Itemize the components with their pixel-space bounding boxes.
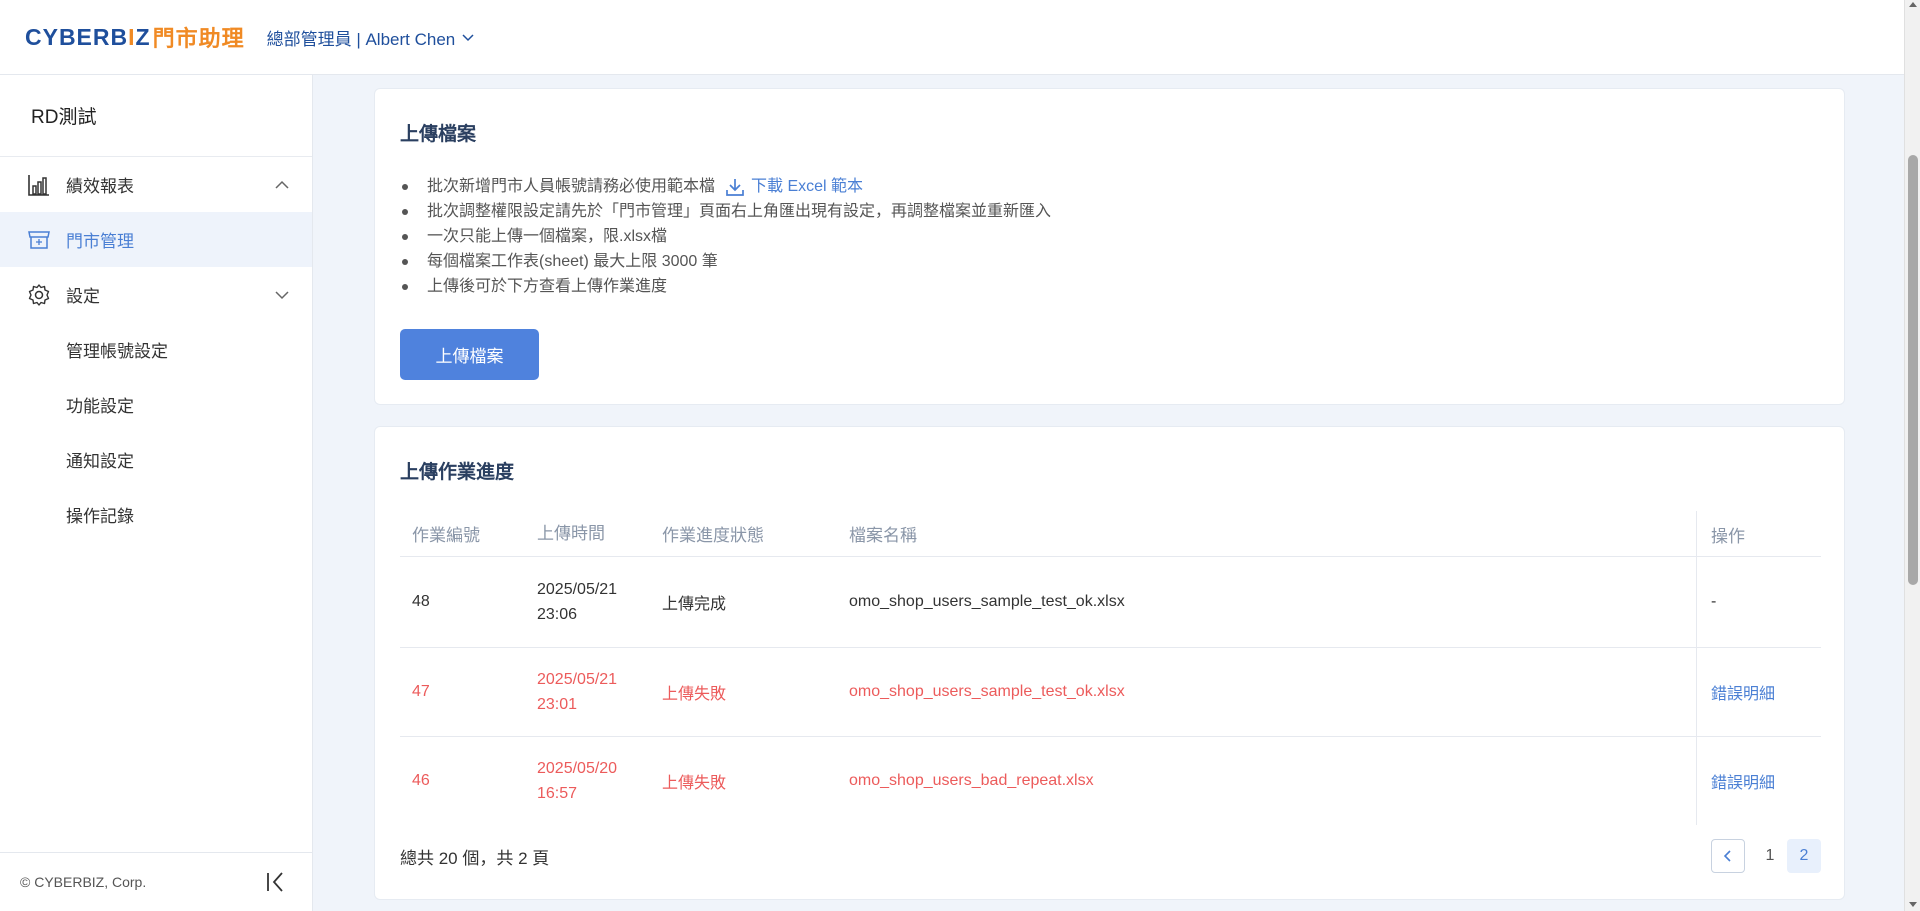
cell-upload-time: 2025/05/21 23:01 [525, 667, 650, 717]
upload-instructions: 批次新增門市人員帳號請務必使用範本檔 下載 Excel 範本 批次調整權限設定請… [400, 174, 1051, 299]
cyberbiz-logo[interactable]: CYBERB I Z 門市助理 [25, 21, 245, 53]
chevron-left-icon [1723, 850, 1731, 862]
cell-job-id: 46 [412, 772, 430, 789]
collapse-sidebar-icon[interactable] [264, 870, 288, 894]
sidebar-item-reports[interactable]: 績效報表 [0, 157, 312, 212]
table-row: 46 2025/05/20 16:57 上傳失敗 omo_shop_users_b… [400, 737, 1821, 825]
instruction-text: 上傳後可於下方查看上傳作業進度 [427, 278, 668, 295]
column-header-actions: 操作 [1696, 511, 1821, 557]
instruction-item: 上傳後可於下方查看上傳作業進度 [400, 274, 1051, 299]
upload-date: 2025/05/21 [537, 671, 618, 688]
cell-upload-time: 2025/05/21 23:06 [525, 577, 650, 627]
top-header: CYBERB I Z 門市助理 總部管理員 | Albert Chen [0, 0, 1904, 75]
chevron-down-icon [462, 34, 474, 42]
cell-file-name: omo_shop_users_bad_repeat.xlsx [849, 772, 1094, 789]
page-number-2[interactable]: 2 [1787, 839, 1821, 873]
table-row: 47 2025/05/21 23:01 上傳失敗 omo_shop_users_s… [400, 648, 1821, 737]
upload-file-button[interactable]: 上傳檔案 [400, 329, 539, 380]
upload-progress-card: 上傳作業進度 作業編號 上傳時間 作業進度狀態 檔案名稱 操作 48 2025/… [374, 426, 1845, 900]
cell-job-id: 48 [412, 593, 430, 610]
upload-date: 2025/05/20 [537, 760, 618, 777]
page-number-1[interactable]: 1 [1753, 839, 1787, 873]
bar-chart-icon [26, 172, 52, 198]
cell-job-id: 47 [412, 683, 430, 700]
table-row: 48 2025/05/21 23:06 上傳完成 omo_shop_users_s… [400, 557, 1821, 648]
error-details-link[interactable]: 錯誤明細 [1711, 680, 1775, 704]
upload-date: 2025/05/21 [537, 581, 618, 598]
scroll-up-arrow-icon[interactable] [1909, 2, 1917, 7]
instruction-item: 批次新增門市人員帳號請務必使用範本檔 下載 Excel 範本 [400, 174, 1051, 199]
sidebar-subitem-notification-settings[interactable]: 通知設定 [0, 432, 312, 487]
upload-jobs-table: 作業編號 上傳時間 作業進度狀態 檔案名稱 操作 48 2025/05/21 23… [400, 511, 1821, 825]
instruction-text: 一次只能上傳一個檔案，限.xlsx檔 [427, 228, 668, 245]
progress-card-title: 上傳作業進度 [400, 462, 515, 483]
column-header-file-name: 檔案名稱 [849, 526, 917, 545]
no-action-text: - [1711, 593, 1717, 610]
download-icon [726, 178, 744, 196]
cell-file-name: omo_shop_users_sample_test_ok.xlsx [849, 593, 1125, 610]
sidebar: RD測試 績效報表 門市管理 設定 管理帳號設定 功能設定 通知設定 操作記錄 … [0, 75, 313, 911]
cell-action: - [1696, 557, 1821, 647]
scrollbar-thumb[interactable] [1908, 155, 1918, 585]
scroll-down-arrow-icon[interactable] [1909, 902, 1917, 907]
upload-clock: 23:06 [537, 606, 578, 623]
chevron-up-icon [275, 180, 289, 189]
page-scrollbar[interactable] [1904, 0, 1920, 911]
store-name: RD測試 [0, 75, 312, 157]
upload-file-card: 上傳檔案 批次新增門市人員帳號請務必使用範本檔 下載 Excel 範本 批次調整… [374, 88, 1845, 405]
cell-file-name: omo_shop_users_sample_test_ok.xlsx [849, 683, 1125, 700]
instruction-item: 每個檔案工作表(sheet) 最大上限 3000 筆 [400, 249, 1051, 274]
instruction-text: 批次調整權限設定請先於「門市管理」頁面右上角匯出現有設定，再調整檔案並重新匯入 [427, 203, 1052, 220]
store-icon [26, 227, 52, 253]
download-template-label: 下載 Excel 範本 [751, 178, 864, 195]
upload-card-title: 上傳檔案 [400, 124, 477, 145]
instruction-text: 批次新增門市人員帳號請務必使用範本檔 [427, 178, 716, 195]
sidebar-item-label: 門市管理 [66, 232, 134, 251]
chevron-down-icon [275, 290, 289, 299]
cell-status: 上傳失敗 [662, 775, 727, 792]
table-header: 作業編號 上傳時間 作業進度狀態 檔案名稱 操作 [400, 511, 1821, 557]
error-details-link[interactable]: 錯誤明細 [1711, 769, 1775, 793]
column-header-job-id: 作業編號 [412, 526, 480, 545]
gear-icon [26, 282, 52, 308]
instruction-item: 一次只能上傳一個檔案，限.xlsx檔 [400, 224, 1051, 249]
cell-status: 上傳完成 [662, 596, 727, 613]
instruction-item: 批次調整權限設定請先於「門市管理」頁面右上角匯出現有設定，再調整檔案並重新匯入 [400, 199, 1051, 224]
cell-action: 錯誤明細 [1696, 648, 1821, 736]
logo-text-mid: I [128, 23, 136, 50]
user-label: 總部管理員 | Albert Chen [266, 29, 456, 49]
sidebar-subitem-feature-settings[interactable]: 功能設定 [0, 377, 312, 432]
pagination-bar: 總共 20 個，共 2 頁 1 2 [400, 839, 1821, 873]
column-header-upload-time: 上傳時間 [537, 524, 605, 543]
cell-action: 錯誤明細 [1696, 737, 1821, 825]
logo-text-main: CYBERB [25, 23, 129, 50]
download-template-link[interactable]: 下載 Excel 範本 [725, 174, 863, 199]
upload-clock: 16:57 [537, 785, 578, 802]
user-menu-dropdown[interactable]: 總部管理員 | Albert Chen [267, 25, 476, 50]
upload-clock: 23:01 [537, 696, 578, 713]
column-header-status: 作業進度狀態 [662, 526, 764, 545]
sidebar-item-store-management[interactable]: 門市管理 [0, 212, 312, 267]
logo-text-cn: 門市助理 [152, 27, 245, 52]
sidebar-subitem-activity-log[interactable]: 操作記錄 [0, 487, 312, 542]
instruction-text: 每個檔案工作表(sheet) 最大上限 3000 筆 [427, 253, 718, 270]
sidebar-footer: © CYBERBIZ, Corp. [0, 852, 312, 911]
sidebar-item-label: 績效報表 [66, 177, 134, 196]
copyright-text: © CYBERBIZ, Corp. [20, 874, 147, 890]
logo-text-z: Z [135, 23, 151, 50]
cell-upload-time: 2025/05/20 16:57 [525, 756, 650, 806]
total-count-text: 總共 20 個，共 2 頁 [400, 848, 550, 868]
previous-page-button[interactable] [1711, 839, 1745, 873]
sidebar-item-label: 設定 [66, 287, 100, 306]
sidebar-item-settings[interactable]: 設定 [0, 267, 312, 322]
sidebar-subitem-account-settings[interactable]: 管理帳號設定 [0, 322, 312, 377]
cell-status: 上傳失敗 [662, 686, 727, 703]
